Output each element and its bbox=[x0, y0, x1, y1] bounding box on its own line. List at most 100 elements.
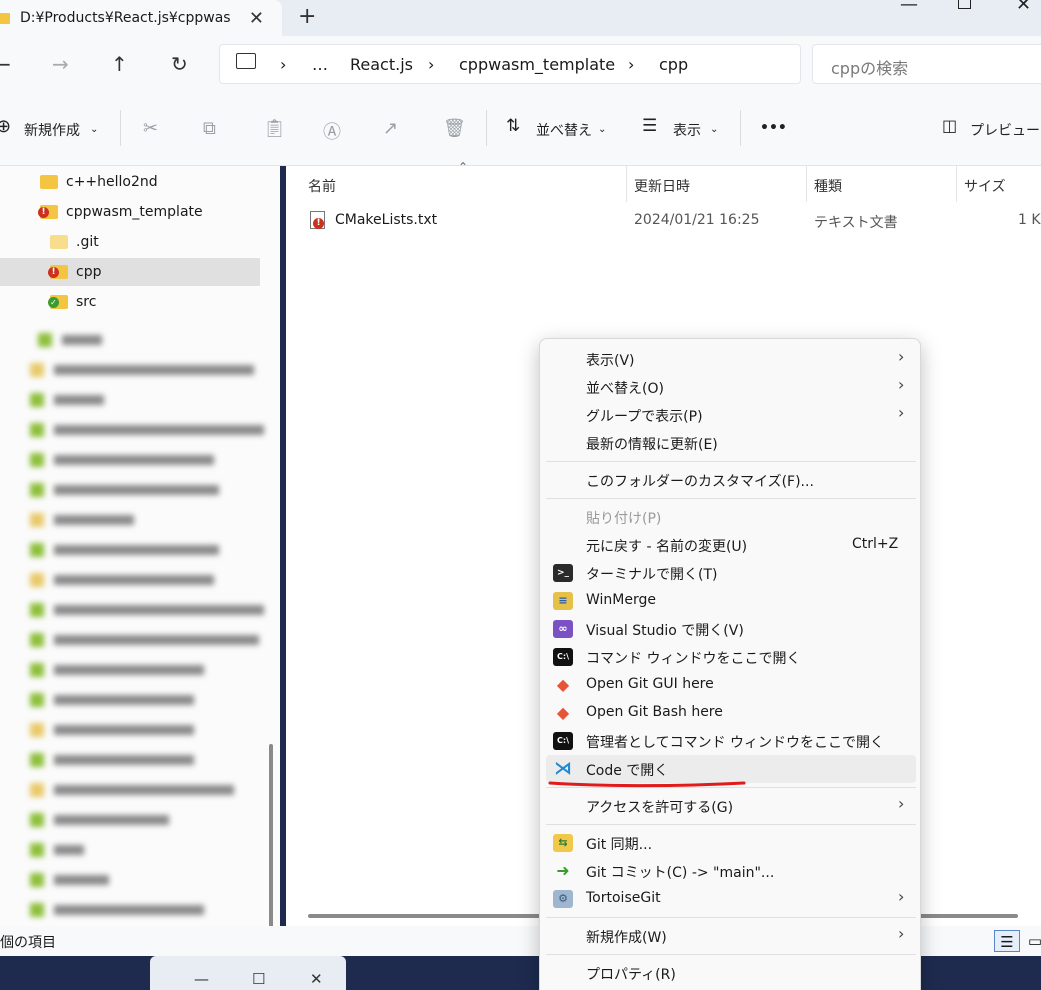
redacted-item bbox=[30, 872, 109, 888]
close-tab-icon[interactable]: ✕ bbox=[249, 8, 264, 29]
more-options-button[interactable]: ••• bbox=[760, 120, 787, 136]
tree-item[interactable]: cppwasm_template bbox=[38, 198, 260, 226]
close-window-button[interactable]: ✕ bbox=[1016, 0, 1031, 15]
delete-icon[interactable]: 🗑︎ bbox=[443, 118, 466, 139]
redacted-item bbox=[30, 602, 264, 618]
chevron-down-icon: ⌄ bbox=[710, 124, 719, 135]
menu-item-git-sync[interactable]: ⇆ Git 同期... bbox=[546, 829, 916, 857]
vscode-icon: ⋊ bbox=[554, 758, 572, 779]
breadcrumb-item[interactable]: cpp bbox=[659, 55, 688, 74]
vertical-scrollbar[interactable] bbox=[269, 744, 273, 930]
git-commit-icon: ➜ bbox=[556, 861, 570, 880]
paste-icon[interactable]: 📋︎ bbox=[263, 118, 286, 139]
menu-item-give-access[interactable]: アクセスを許可する(G) › bbox=[546, 792, 916, 820]
breadcrumb-ellipsis[interactable]: … bbox=[312, 55, 328, 74]
rename-icon[interactable]: Ⓐ bbox=[323, 118, 341, 144]
file-size: 1 KB bbox=[1018, 212, 1041, 228]
view-button[interactable]: 表示 bbox=[673, 120, 701, 140]
new-tab-button[interactable]: + bbox=[298, 4, 316, 29]
menu-item-new[interactable]: 新規作成(W) › bbox=[546, 922, 916, 950]
menu-item-cmd[interactable]: C:\ コマンド ウィンドウをここで開く bbox=[546, 643, 916, 671]
menu-item-admin-cmd[interactable]: C:\ 管理者としてコマンド ウィンドウをここで開く bbox=[546, 727, 916, 755]
menu-item-open-with-code[interactable]: ⋊ Code で開く bbox=[546, 755, 916, 783]
breadcrumb-item[interactable]: React.js bbox=[350, 55, 413, 74]
column-header-name[interactable]: 名前 bbox=[308, 176, 336, 196]
menu-item-tortoisegit[interactable]: ⚙ TortoiseGit › bbox=[546, 885, 916, 913]
window-tab[interactable]: D:¥Products¥React.js¥cppwasm_template¥cp… bbox=[0, 0, 282, 36]
tortoisegit-icon: ⚙ bbox=[553, 890, 573, 908]
command-bar: ⊕ 新規作成 ⌄ ✂ ⧉ 📋︎ Ⓐ ↗ 🗑︎ ⇅ 並べ替え ⌄ ☰ 表示 ⌄ •… bbox=[0, 94, 1041, 166]
redacted-item bbox=[30, 422, 264, 438]
preview-button[interactable]: プレビュー bbox=[970, 120, 1040, 140]
menu-item-undo[interactable]: 元に戻す - 名前の変更(U) Ctrl+Z bbox=[546, 531, 916, 559]
cut-icon[interactable]: ✂ bbox=[143, 118, 158, 139]
maximize-icon: ☐ bbox=[252, 970, 266, 988]
forward-button[interactable]: → bbox=[52, 52, 69, 76]
column-header-type[interactable]: 種類 bbox=[814, 176, 842, 196]
tree-item-label: cpp bbox=[76, 264, 102, 280]
context-menu: 表示(V) › 並べ替え(O) › グループで表示(P) › 最新の情報に更新(… bbox=[539, 338, 921, 990]
redacted-item bbox=[30, 902, 204, 918]
share-icon[interactable]: ↗ bbox=[383, 118, 398, 139]
menu-item-group[interactable]: グループで表示(P) › bbox=[546, 401, 916, 429]
tree-item-label: cppwasm_template bbox=[66, 204, 203, 220]
menu-item-properties[interactable]: プロパティ(R) bbox=[546, 959, 916, 987]
menu-item-git-bash[interactable]: ◆ Open Git Bash here bbox=[546, 699, 916, 727]
column-header-modified[interactable]: 更新日時 bbox=[634, 176, 690, 196]
menu-item-customize[interactable]: このフォルダーのカスタマイズ(F)... bbox=[546, 466, 916, 494]
chevron-down-icon: ⌄ bbox=[598, 124, 607, 135]
menu-item-winmerge[interactable]: ≡ WinMerge bbox=[546, 587, 916, 615]
git-icon: ◆ bbox=[556, 675, 570, 694]
tiles-view-button[interactable]: ▭ bbox=[1022, 930, 1041, 952]
menu-item-sort[interactable]: 並べ替え(O) › bbox=[546, 373, 916, 401]
breadcrumb-separator: › bbox=[280, 55, 287, 74]
tab-title: D:¥Products¥React.js¥cppwasm_template¥cp… bbox=[20, 10, 230, 26]
git-sync-icon: ⇆ bbox=[553, 834, 573, 852]
maximize-button[interactable] bbox=[958, 0, 971, 9]
chevron-right-icon: › bbox=[898, 403, 905, 422]
redacted-item bbox=[30, 662, 204, 678]
command-prompt-admin-icon: C:\ bbox=[553, 732, 573, 750]
redacted-item bbox=[30, 782, 234, 798]
chevron-right-icon: › bbox=[898, 794, 905, 813]
file-row[interactable]: CMakeLists.txt 2024/01/21 16:25 テキスト文書 1… bbox=[308, 206, 1041, 236]
minimize-icon: — bbox=[194, 970, 209, 988]
address-bar[interactable]: › … React.js › cppwasm_template › cpp bbox=[219, 44, 801, 84]
tree-item-selected[interactable]: cpp bbox=[0, 258, 260, 286]
menu-item-visual-studio[interactable]: ∞ Visual Studio で開く(V) bbox=[546, 615, 916, 643]
minimize-button[interactable]: — bbox=[900, 0, 918, 15]
column-divider bbox=[956, 166, 957, 202]
back-button[interactable]: ← bbox=[0, 52, 11, 76]
tree-item[interactable]: src bbox=[48, 288, 260, 316]
folder-icon bbox=[50, 235, 68, 249]
new-button[interactable]: 新規作成 bbox=[24, 120, 80, 140]
details-view-button[interactable]: ☰ bbox=[994, 930, 1020, 952]
redacted-item bbox=[30, 692, 194, 708]
column-header-size[interactable]: サイズ bbox=[964, 176, 1006, 196]
menu-separator bbox=[546, 917, 916, 918]
up-button[interactable]: ↑ bbox=[111, 52, 128, 76]
close-icon: ✕ bbox=[310, 970, 323, 988]
menu-item-git-gui[interactable]: ◆ Open Git GUI here bbox=[546, 671, 916, 699]
tree-item[interactable]: .git bbox=[50, 228, 260, 256]
tree-item-label: .git bbox=[76, 234, 99, 250]
sort-button[interactable]: 並べ替え bbox=[536, 120, 592, 140]
divider bbox=[486, 110, 487, 146]
folder-modified-icon bbox=[38, 205, 58, 219]
menu-item-view[interactable]: 表示(V) › bbox=[546, 345, 916, 373]
this-pc-icon bbox=[236, 53, 256, 69]
redacted-item bbox=[30, 362, 254, 378]
copy-icon[interactable]: ⧉ bbox=[203, 118, 216, 139]
menu-item-git-commit[interactable]: ➜ Git コミット(C) -> "main"... bbox=[546, 857, 916, 885]
column-divider bbox=[626, 166, 627, 202]
breadcrumb-item[interactable]: cppwasm_template bbox=[459, 55, 615, 74]
search-input[interactable]: cppの検索 bbox=[812, 44, 1041, 84]
navigation-bar: ← → ↑ ↻ › … React.js › cppwasm_template … bbox=[0, 36, 1041, 94]
menu-item-refresh[interactable]: 最新の情報に更新(E) bbox=[546, 429, 916, 457]
tree-item[interactable]: c++hello2nd bbox=[40, 168, 260, 196]
menu-item-terminal[interactable]: >_ ターミナルで開く(T) bbox=[546, 559, 916, 587]
redacted-item bbox=[30, 512, 134, 528]
view-icon: ☰ bbox=[642, 116, 658, 136]
folder-icon bbox=[0, 12, 10, 24]
refresh-button[interactable]: ↻ bbox=[171, 52, 188, 76]
